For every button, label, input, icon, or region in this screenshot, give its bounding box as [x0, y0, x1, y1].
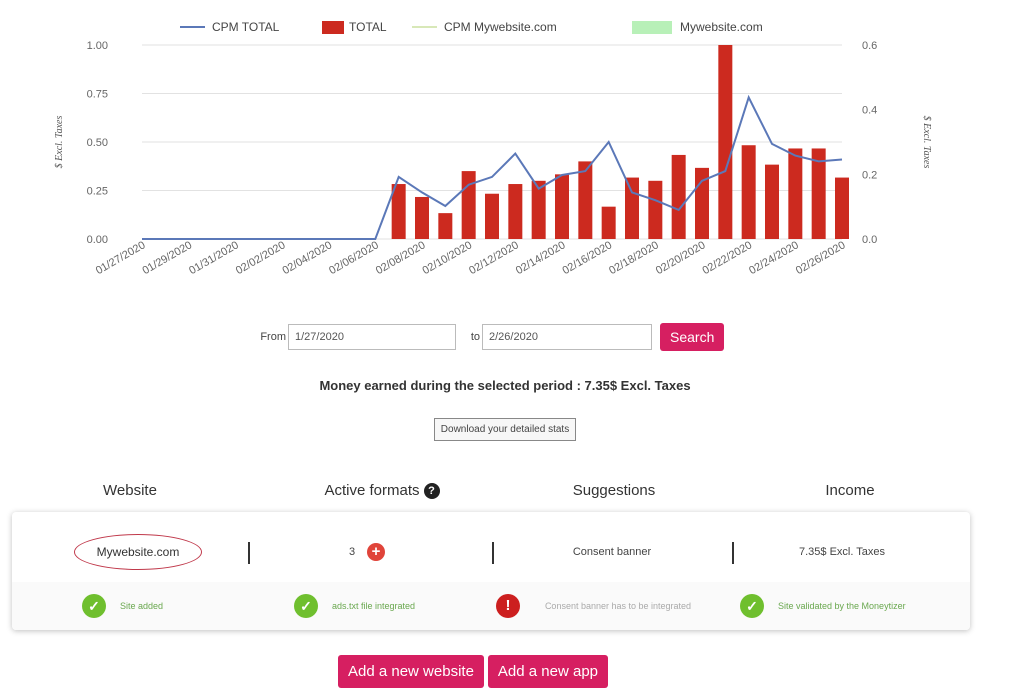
add-website-button[interactable]: Add a new website	[338, 655, 484, 688]
column-separator	[248, 542, 250, 564]
x-tick-label: 01/31/2020	[187, 239, 241, 277]
right-axis-ticks: 0.0 0.2 0.4 0.6	[862, 40, 877, 246]
search-button[interactable]: Search	[660, 323, 725, 351]
bottom-actions: Add a new website Add a new app	[338, 655, 612, 688]
bar-total	[741, 145, 756, 239]
bar-total	[648, 180, 663, 239]
x-tick-label: 02/16/2020	[560, 239, 614, 277]
bar-total	[671, 154, 686, 239]
bar-total	[508, 184, 523, 239]
bar-total	[788, 148, 803, 239]
x-tick-label: 02/12/2020	[467, 239, 521, 277]
left-axis-title: $ Excl. Taxes	[54, 116, 65, 169]
legend-cpm-site: CPM Mywebsite.com	[444, 20, 557, 34]
bar-total	[578, 161, 593, 239]
left-tick-label: 0.00	[87, 234, 108, 246]
x-tick-label: 02/10/2020	[420, 239, 474, 277]
legend-cpm-total: CPM TOTAL	[212, 20, 280, 34]
status-ads-txt: ✓ ads.txt file integrated	[294, 582, 415, 630]
bar-total	[461, 171, 476, 239]
legend-total-swatch	[322, 21, 344, 34]
x-tick-label: 02/18/2020	[607, 239, 661, 277]
left-tick-label: 0.75	[87, 89, 108, 101]
x-tick-label: 02/02/2020	[234, 239, 288, 277]
help-icon[interactable]: ?	[423, 483, 440, 500]
legend-total: TOTAL	[349, 20, 387, 34]
status-site-added-text: Site added	[120, 601, 164, 611]
money-earned-text: Money earned during the selected period …	[319, 378, 691, 393]
from-label: From	[260, 331, 286, 343]
bar-total	[625, 177, 639, 239]
legend-site: Mywebsite.com	[680, 20, 763, 34]
check-icon: ✓	[294, 594, 318, 618]
bar-total	[555, 174, 569, 239]
status-site-added: ✓ Site added	[82, 582, 163, 630]
bar-total	[485, 193, 499, 239]
x-tick-label: 02/08/2020	[374, 239, 428, 277]
website-card: Mywebsite.com 3 + Consent banner 7.35$ E…	[12, 512, 970, 630]
header-active-formats-label: Active formats	[324, 482, 420, 499]
bar-total	[438, 213, 453, 239]
legend-site-swatch	[632, 21, 672, 34]
left-tick-label: 0.50	[87, 137, 108, 149]
x-axis-ticks: 01/27/202001/29/202001/31/202002/02/2020…	[94, 239, 848, 277]
status-validated: ✓ Site validated by the Moneytizer	[740, 582, 906, 630]
date-filter: From to Search	[256, 322, 776, 352]
x-tick-label: 02/20/2020	[654, 239, 708, 277]
x-tick-label: 01/29/2020	[140, 239, 194, 277]
x-tick-label: 02/26/2020	[794, 239, 848, 277]
left-axis-ticks: 0.00 0.25 0.50 0.75 1.00	[87, 40, 108, 246]
check-icon: ✓	[740, 594, 764, 618]
right-tick-label: 0.0	[862, 234, 877, 246]
chart-legend: CPM TOTAL TOTAL CPM Mywebsite.com Mywebs…	[180, 20, 763, 34]
income-cell: 7.35$ Excl. Taxes	[798, 546, 885, 558]
to-label: to	[470, 331, 480, 343]
header-website: Website	[103, 482, 157, 499]
status-row: ✓ Site added ✓ ads.txt file integrated !…	[12, 582, 970, 630]
formats-cell: 3 +	[312, 522, 422, 582]
bar-total	[601, 206, 616, 239]
status-consent-text: Consent banner has to be integrated	[544, 601, 692, 611]
website-name[interactable]: Mywebsite.com	[73, 534, 203, 570]
x-tick-label: 02/14/2020	[514, 239, 568, 277]
x-tick-label: 02/04/2020	[280, 239, 334, 277]
bar-total	[718, 45, 733, 239]
revenue-chart: CPM TOTAL TOTAL CPM Mywebsite.com Mywebs…	[54, 20, 932, 277]
to-date-input[interactable]	[482, 324, 652, 350]
column-separator	[732, 542, 734, 564]
bar-total	[415, 196, 429, 239]
website-row: Mywebsite.com 3 + Consent banner 7.35$ E…	[12, 522, 970, 582]
bar-total	[765, 164, 779, 239]
right-tick-label: 0.2	[862, 169, 877, 181]
status-ads-txt-text: ads.txt file integrated	[332, 601, 416, 611]
download-wrap: Download your detailed stats	[0, 418, 1010, 441]
add-app-button[interactable]: Add a new app	[487, 655, 608, 688]
status-consent: ! Consent banner has to be integrated	[496, 582, 698, 630]
x-tick-label: 02/22/2020	[700, 239, 754, 277]
right-tick-label: 0.4	[862, 105, 877, 117]
header-income: Income	[825, 482, 875, 499]
suggestion-cell[interactable]: Consent banner	[542, 522, 682, 582]
header-active-formats: Active formats?	[292, 482, 472, 500]
download-stats-button[interactable]: Download your detailed stats	[433, 418, 577, 441]
x-tick-label: 02/06/2020	[327, 239, 381, 277]
header-suggestions: Suggestions	[572, 482, 656, 499]
website-cell: Mywebsite.com	[50, 522, 226, 582]
left-tick-label: 1.00	[87, 40, 108, 52]
left-tick-label: 0.25	[87, 186, 108, 198]
column-separator	[492, 542, 494, 564]
check-icon: ✓	[82, 594, 106, 618]
bar-total	[835, 177, 849, 239]
warning-icon: !	[496, 594, 520, 618]
formats-count: 3	[348, 546, 356, 558]
x-tick-label: 02/24/2020	[747, 239, 801, 277]
add-format-icon[interactable]: +	[367, 543, 386, 561]
status-validated-text: Site validated by the Moneytizer	[778, 601, 906, 611]
right-axis-title: $ Excl. Taxes	[921, 116, 932, 169]
from-date-input[interactable]	[288, 324, 456, 350]
right-tick-label: 0.6	[862, 40, 877, 52]
